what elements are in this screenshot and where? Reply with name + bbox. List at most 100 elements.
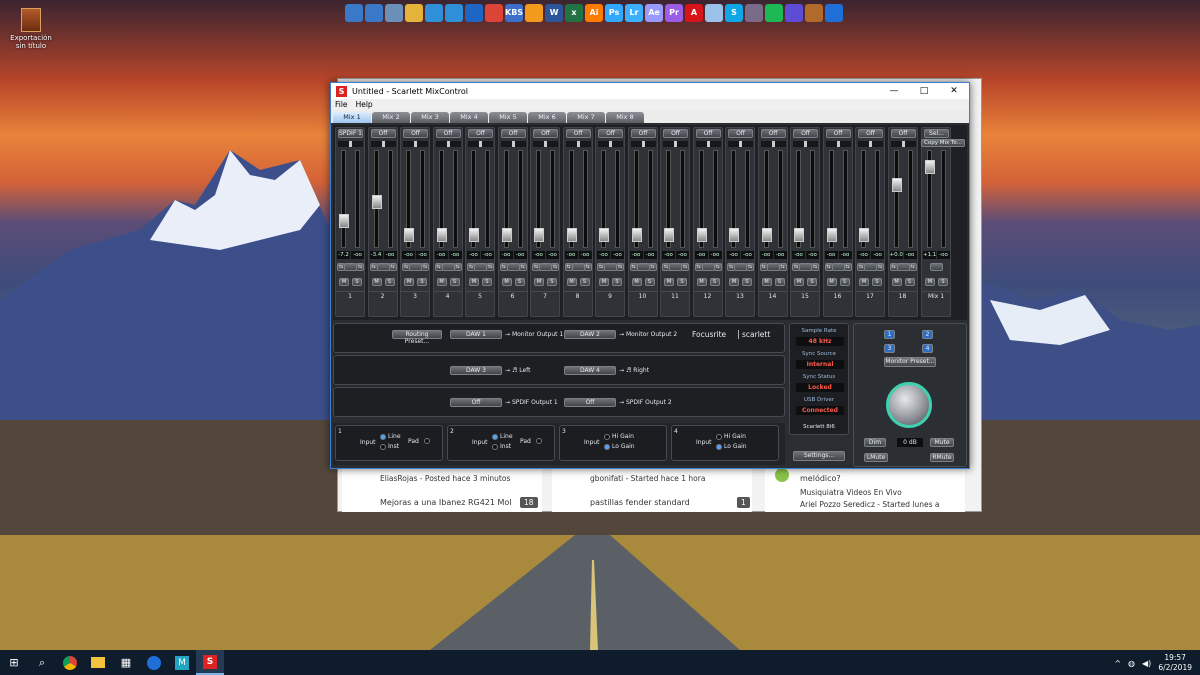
input-source-select[interactable]: Off (468, 129, 493, 138)
solo-button[interactable]: S (352, 278, 362, 286)
mute-button[interactable]: M (534, 278, 544, 286)
fader-handle[interactable] (599, 228, 609, 242)
network-icon[interactable]: ◍ (1128, 659, 1135, 668)
option-1-radio[interactable] (380, 434, 386, 440)
stereo-link-button[interactable] (636, 263, 650, 271)
mute-button[interactable]: M (501, 278, 512, 286)
fader-handle[interactable] (469, 228, 479, 242)
fader-handle[interactable] (925, 160, 935, 174)
pan-control[interactable] (663, 141, 688, 147)
sync-source-value[interactable]: Internal (796, 360, 844, 369)
premiere-icon[interactable]: Pr (665, 4, 683, 22)
link-right-button[interactable]: ⇆ (583, 263, 592, 271)
mute-button[interactable]: M (925, 278, 935, 286)
link-right-button[interactable]: ⇆ (681, 263, 689, 271)
cloud-icon[interactable] (425, 4, 443, 22)
mute-button[interactable]: M (469, 278, 479, 286)
mute-button[interactable]: M (566, 278, 577, 286)
solo-button[interactable]: S (938, 278, 948, 286)
fader-handle[interactable] (859, 228, 869, 242)
link-right-button[interactable]: ⇆ (713, 263, 722, 271)
input-source-select[interactable]: Off (533, 129, 558, 138)
forum-title-2[interactable]: pastillas fender standard (590, 498, 690, 507)
daw3-select[interactable]: DAW 3 (450, 366, 502, 375)
stereo-link-button[interactable] (376, 263, 390, 271)
pan-control[interactable] (565, 141, 591, 147)
pad-toggle[interactable] (536, 438, 542, 444)
solo-button[interactable]: S (774, 278, 785, 286)
fader-handle[interactable] (436, 228, 447, 242)
solo-button[interactable]: S (417, 278, 427, 286)
pan-control[interactable] (793, 141, 818, 147)
stereo-link-button[interactable] (930, 263, 943, 271)
input-source-select[interactable]: Off (370, 129, 396, 138)
forum-title-1[interactable]: Mejoras a una Ibanez RG421 Mol (380, 498, 512, 507)
menu-file[interactable]: File (335, 100, 348, 109)
option-2-radio[interactable] (380, 444, 386, 450)
mute-button[interactable]: M (631, 278, 642, 286)
pc-icon[interactable] (345, 4, 363, 22)
daw1-select[interactable]: DAW 1 (450, 330, 502, 339)
monitor-ch4[interactable]: 4 (922, 344, 933, 353)
solo-button[interactable]: S (547, 278, 557, 286)
fader-handle[interactable] (371, 195, 382, 209)
input-source-select[interactable]: Off (695, 129, 721, 138)
mute-button[interactable]: M (729, 278, 739, 286)
tab-mix-1[interactable]: Mix 1 (333, 112, 371, 123)
pan-control[interactable] (760, 141, 786, 147)
fader-handle[interactable] (631, 228, 642, 242)
spotify-icon[interactable] (765, 4, 783, 22)
pet-icon[interactable] (805, 4, 823, 22)
excel-icon[interactable]: x (565, 4, 583, 22)
spdif2-select[interactable]: Off (564, 398, 616, 407)
copy-mix-button[interactable]: Copy Mix To... (921, 139, 965, 147)
calculator-taskbar-icon[interactable]: ▦ (112, 650, 140, 675)
browser-icon[interactable] (785, 4, 803, 22)
link-right-button[interactable]: ⇆ (616, 263, 624, 271)
option-2-radio[interactable] (604, 444, 610, 450)
input-source-select[interactable]: Off (825, 129, 851, 138)
aftereffects-icon[interactable]: Ae (645, 4, 663, 22)
right-mute-button[interactable]: RMute (930, 453, 954, 462)
input-source-select[interactable]: Off (500, 129, 526, 138)
start-windows-icon[interactable]: ⊞ (0, 650, 28, 675)
vlc-icon[interactable] (525, 4, 543, 22)
volume-icon[interactable]: ◀) (1142, 659, 1151, 668)
link-right-button[interactable]: ⇆ (746, 263, 754, 271)
mute-button[interactable]: M (826, 278, 837, 286)
solo-button[interactable]: S (807, 278, 817, 286)
solo-button[interactable]: S (514, 278, 525, 286)
minimize-button[interactable]: — (879, 83, 909, 99)
pan-control[interactable] (403, 141, 428, 147)
fader-handle[interactable] (761, 228, 772, 242)
option-2-radio[interactable] (716, 444, 722, 450)
chrome-icon[interactable] (485, 4, 503, 22)
tab-mix-6[interactable]: Mix 6 (528, 112, 566, 123)
illustrator-icon[interactable]: Ai (585, 4, 603, 22)
edge-icon[interactable] (465, 4, 483, 22)
link-right-button[interactable]: ⇆ (453, 263, 462, 271)
routing-preset-button[interactable]: Routing Preset... (392, 330, 442, 345)
mute-button[interactable]: M (664, 278, 674, 286)
steam-icon[interactable] (745, 4, 763, 22)
pan-control[interactable] (825, 141, 851, 147)
tab-mix-2[interactable]: Mix 2 (372, 112, 410, 123)
solo-button[interactable]: S (449, 278, 460, 286)
input-source-select[interactable]: Off (663, 129, 688, 138)
pan-control[interactable] (338, 141, 363, 147)
photoshop-icon[interactable]: Ps (605, 4, 623, 22)
stereo-link-button[interactable] (896, 263, 910, 271)
settings-button[interactable]: Settings... (793, 451, 845, 461)
mute-button[interactable]: M (404, 278, 414, 286)
menu-help[interactable]: Help (356, 100, 373, 109)
pan-control[interactable] (630, 141, 656, 147)
lightroom-icon[interactable]: Lr (625, 4, 643, 22)
tray-chevron-icon[interactable]: ^ (1114, 659, 1121, 668)
fader-handle[interactable] (664, 228, 674, 242)
desktop-file-icon[interactable]: Exportación sin título (6, 8, 56, 50)
bin-icon[interactable] (385, 4, 403, 22)
pc-icon[interactable] (365, 4, 383, 22)
pan-control[interactable] (890, 141, 916, 147)
link-right-button[interactable]: ⇆ (876, 263, 884, 271)
fader-handle[interactable] (826, 228, 837, 242)
